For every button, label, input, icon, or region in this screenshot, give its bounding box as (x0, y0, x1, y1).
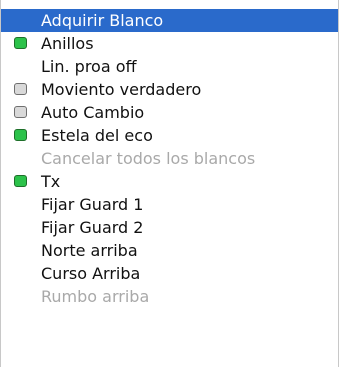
menu-item-label: Fijar Guard 2 (41, 218, 144, 237)
menu-item-label: Adquirir Blanco (41, 11, 164, 30)
menu-item-label: Rumbo arriba (41, 287, 150, 306)
menu-item-label: Lin. proa off (41, 57, 137, 76)
status-indicator-on-icon (14, 37, 27, 49)
menu-item-adquirir-blanco[interactable]: Adquirir Blanco (1, 9, 338, 32)
context-menu: Adquirir Blanco Anillos Lin. proa off Mo… (0, 0, 339, 367)
menu-item-rumbo-arriba: Rumbo arriba (1, 285, 338, 308)
status-indicator-on-icon (14, 175, 27, 187)
menu-item-fijar-guard-2[interactable]: Fijar Guard 2 (1, 216, 338, 239)
menu-item-label: Norte arriba (41, 241, 138, 260)
menu-item-tx[interactable]: Tx (1, 170, 338, 193)
menu-item-estela-del-eco[interactable]: Estela del eco (1, 124, 338, 147)
menu-item-anillos[interactable]: Anillos (1, 32, 338, 55)
menu-item-label: Auto Cambio (41, 103, 145, 122)
menu-item-cancelar-todos-los-blancos: Cancelar todos los blancos (1, 147, 338, 170)
menu-item-fijar-guard-1[interactable]: Fijar Guard 1 (1, 193, 338, 216)
menu-item-lin-proa-off[interactable]: Lin. proa off (1, 55, 338, 78)
menu-item-label: Cancelar todos los blancos (41, 149, 256, 168)
status-indicator-on-icon (14, 129, 27, 141)
menu-item-curso-arriba[interactable]: Curso Arriba (1, 262, 338, 285)
menu-item-label: Fijar Guard 1 (41, 195, 144, 214)
menu-item-moviento-verdadero[interactable]: Moviento verdadero (1, 78, 338, 101)
status-indicator-off-icon (14, 83, 27, 95)
status-indicator-off-icon (14, 106, 27, 118)
menu-item-norte-arriba[interactable]: Norte arriba (1, 239, 338, 262)
menu-item-label: Curso Arriba (41, 264, 141, 283)
menu-item-auto-cambio[interactable]: Auto Cambio (1, 101, 338, 124)
menu-item-label: Anillos (41, 34, 94, 53)
menu-item-label: Tx (41, 172, 61, 191)
menu-item-label: Moviento verdadero (41, 80, 202, 99)
menu-item-label: Estela del eco (41, 126, 153, 145)
